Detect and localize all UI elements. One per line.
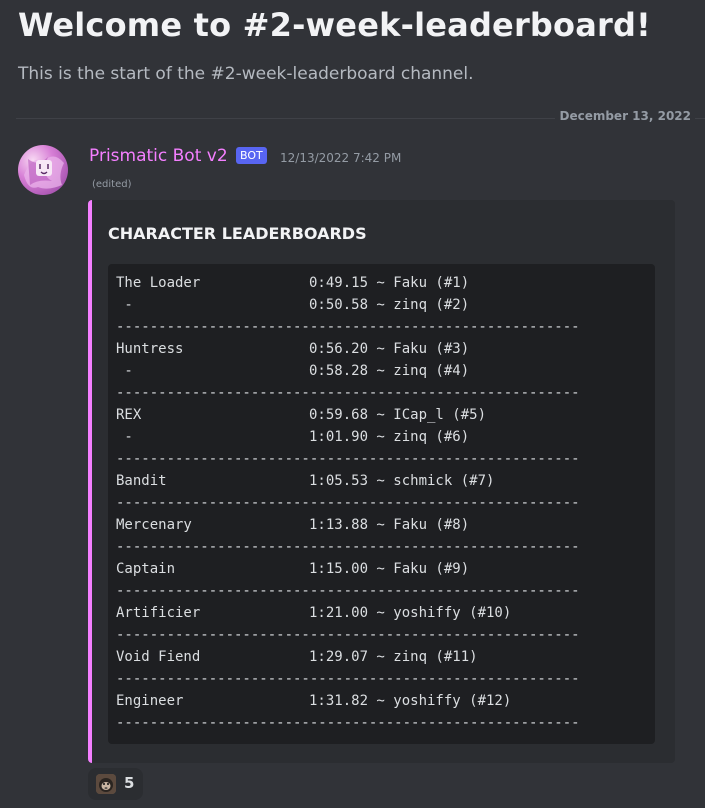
leaderboard-row: Engineer 1:31.82 ~ yoshiffy (#12) — [116, 690, 647, 712]
leaderboard-row: Huntress 0:56.20 ~ Faku (#3) — [116, 338, 647, 360]
character-name: - — [116, 363, 133, 379]
leaderboard-entry: 1:21.00 ~ yoshiffy (#10) — [309, 605, 512, 621]
welcome-title: Welcome to #2-week-leaderboard! — [18, 6, 651, 44]
edited-label: (edited) — [92, 179, 132, 190]
bot-tag: BOT — [236, 147, 267, 164]
message-timestamp: 12/13/2022 7:42 PM — [280, 151, 402, 165]
date-divider-label: December 13, 2022 — [555, 109, 695, 123]
message-author[interactable]: Prismatic Bot v2 — [89, 146, 228, 166]
leaderboard-row: Captain 1:15.00 ~ Faku (#9) — [116, 558, 647, 580]
avatar[interactable] — [18, 145, 68, 195]
leaderboard-row: Bandit 1:05.53 ~ schmick (#7) — [116, 470, 647, 492]
separator-line: ----------------------------------------… — [116, 319, 580, 335]
embed-title: CHARACTER LEADERBOARDS — [108, 224, 367, 243]
leaderboard-row: - 1:01.90 ~ zinq (#6) — [116, 426, 647, 448]
welcome-subtitle: This is the start of the #2-week-leaderb… — [18, 64, 474, 84]
character-name: Artificier — [116, 605, 201, 621]
leaderboard-row: Mercenary 1:13.88 ~ Faku (#8) — [116, 514, 647, 536]
monkey-face-icon — [96, 774, 116, 794]
leaderboard-entry: 0:49.15 ~ Faku (#1) — [309, 275, 470, 291]
character-name: Captain — [116, 561, 176, 577]
leaderboard-entry: 0:50.58 ~ zinq (#2) — [309, 297, 470, 313]
leaderboard-entry: 0:56.20 ~ Faku (#3) — [309, 341, 470, 357]
separator-line: ----------------------------------------… — [116, 539, 580, 555]
leaderboard-row: REX 0:59.68 ~ ICap_l (#5) — [116, 404, 647, 426]
separator-line: ----------------------------------------… — [116, 451, 580, 467]
character-name: - — [116, 297, 133, 313]
character-name: Huntress — [116, 341, 184, 357]
reaction-count: 5 — [124, 774, 135, 792]
leaderboard-entry: 1:05.53 ~ schmick (#7) — [309, 473, 495, 489]
leaderboard-row: - 0:50.58 ~ zinq (#2) — [116, 294, 647, 316]
embed: CHARACTER LEADERBOARDS The Loader 0:49.15… — [88, 200, 675, 763]
character-name: REX — [116, 407, 142, 423]
leaderboard-entry: 1:01.90 ~ zinq (#6) — [309, 429, 470, 445]
leaderboard-row: - 0:58.28 ~ zinq (#4) — [116, 360, 647, 382]
separator-line: ----------------------------------------… — [116, 715, 580, 731]
separator-line: ----------------------------------------… — [116, 583, 580, 599]
character-name: Mercenary — [116, 517, 192, 533]
separator-line: ----------------------------------------… — [116, 627, 580, 643]
character-name: Engineer — [116, 693, 184, 709]
leaderboard-entry: 1:15.00 ~ Faku (#9) — [309, 561, 470, 577]
bot-avatar-icon — [24, 156, 64, 189]
reaction[interactable]: 5 — [88, 768, 143, 800]
leaderboard-entry: 0:59.68 ~ ICap_l (#5) — [309, 407, 487, 423]
leaderboard-entry: 1:29.07 ~ zinq (#11) — [309, 649, 478, 665]
character-name: The Loader — [116, 275, 201, 291]
character-name: Void Fiend — [116, 649, 201, 665]
character-name: Bandit — [116, 473, 167, 489]
leaderboard-row: Void Fiend 1:29.07 ~ zinq (#11) — [116, 646, 647, 668]
separator-line: ----------------------------------------… — [116, 385, 580, 401]
character-name: - — [116, 429, 133, 445]
leaderboard-entry: 1:13.88 ~ Faku (#8) — [309, 517, 470, 533]
leaderboard-entry: 0:58.28 ~ zinq (#4) — [309, 363, 470, 379]
leaderboard-row: The Loader 0:49.15 ~ Faku (#1) — [116, 272, 647, 294]
separator-line: ----------------------------------------… — [116, 671, 580, 687]
leaderboard-entry: 1:31.82 ~ yoshiffy (#12) — [309, 693, 512, 709]
separator-line: ----------------------------------------… — [116, 495, 580, 511]
leaderboard-row: Artificier 1:21.00 ~ yoshiffy (#10) — [116, 602, 647, 624]
leaderboard-codeblock: The Loader 0:49.15 ~ Faku (#1) - 0:50.58 ~… — [108, 264, 655, 744]
